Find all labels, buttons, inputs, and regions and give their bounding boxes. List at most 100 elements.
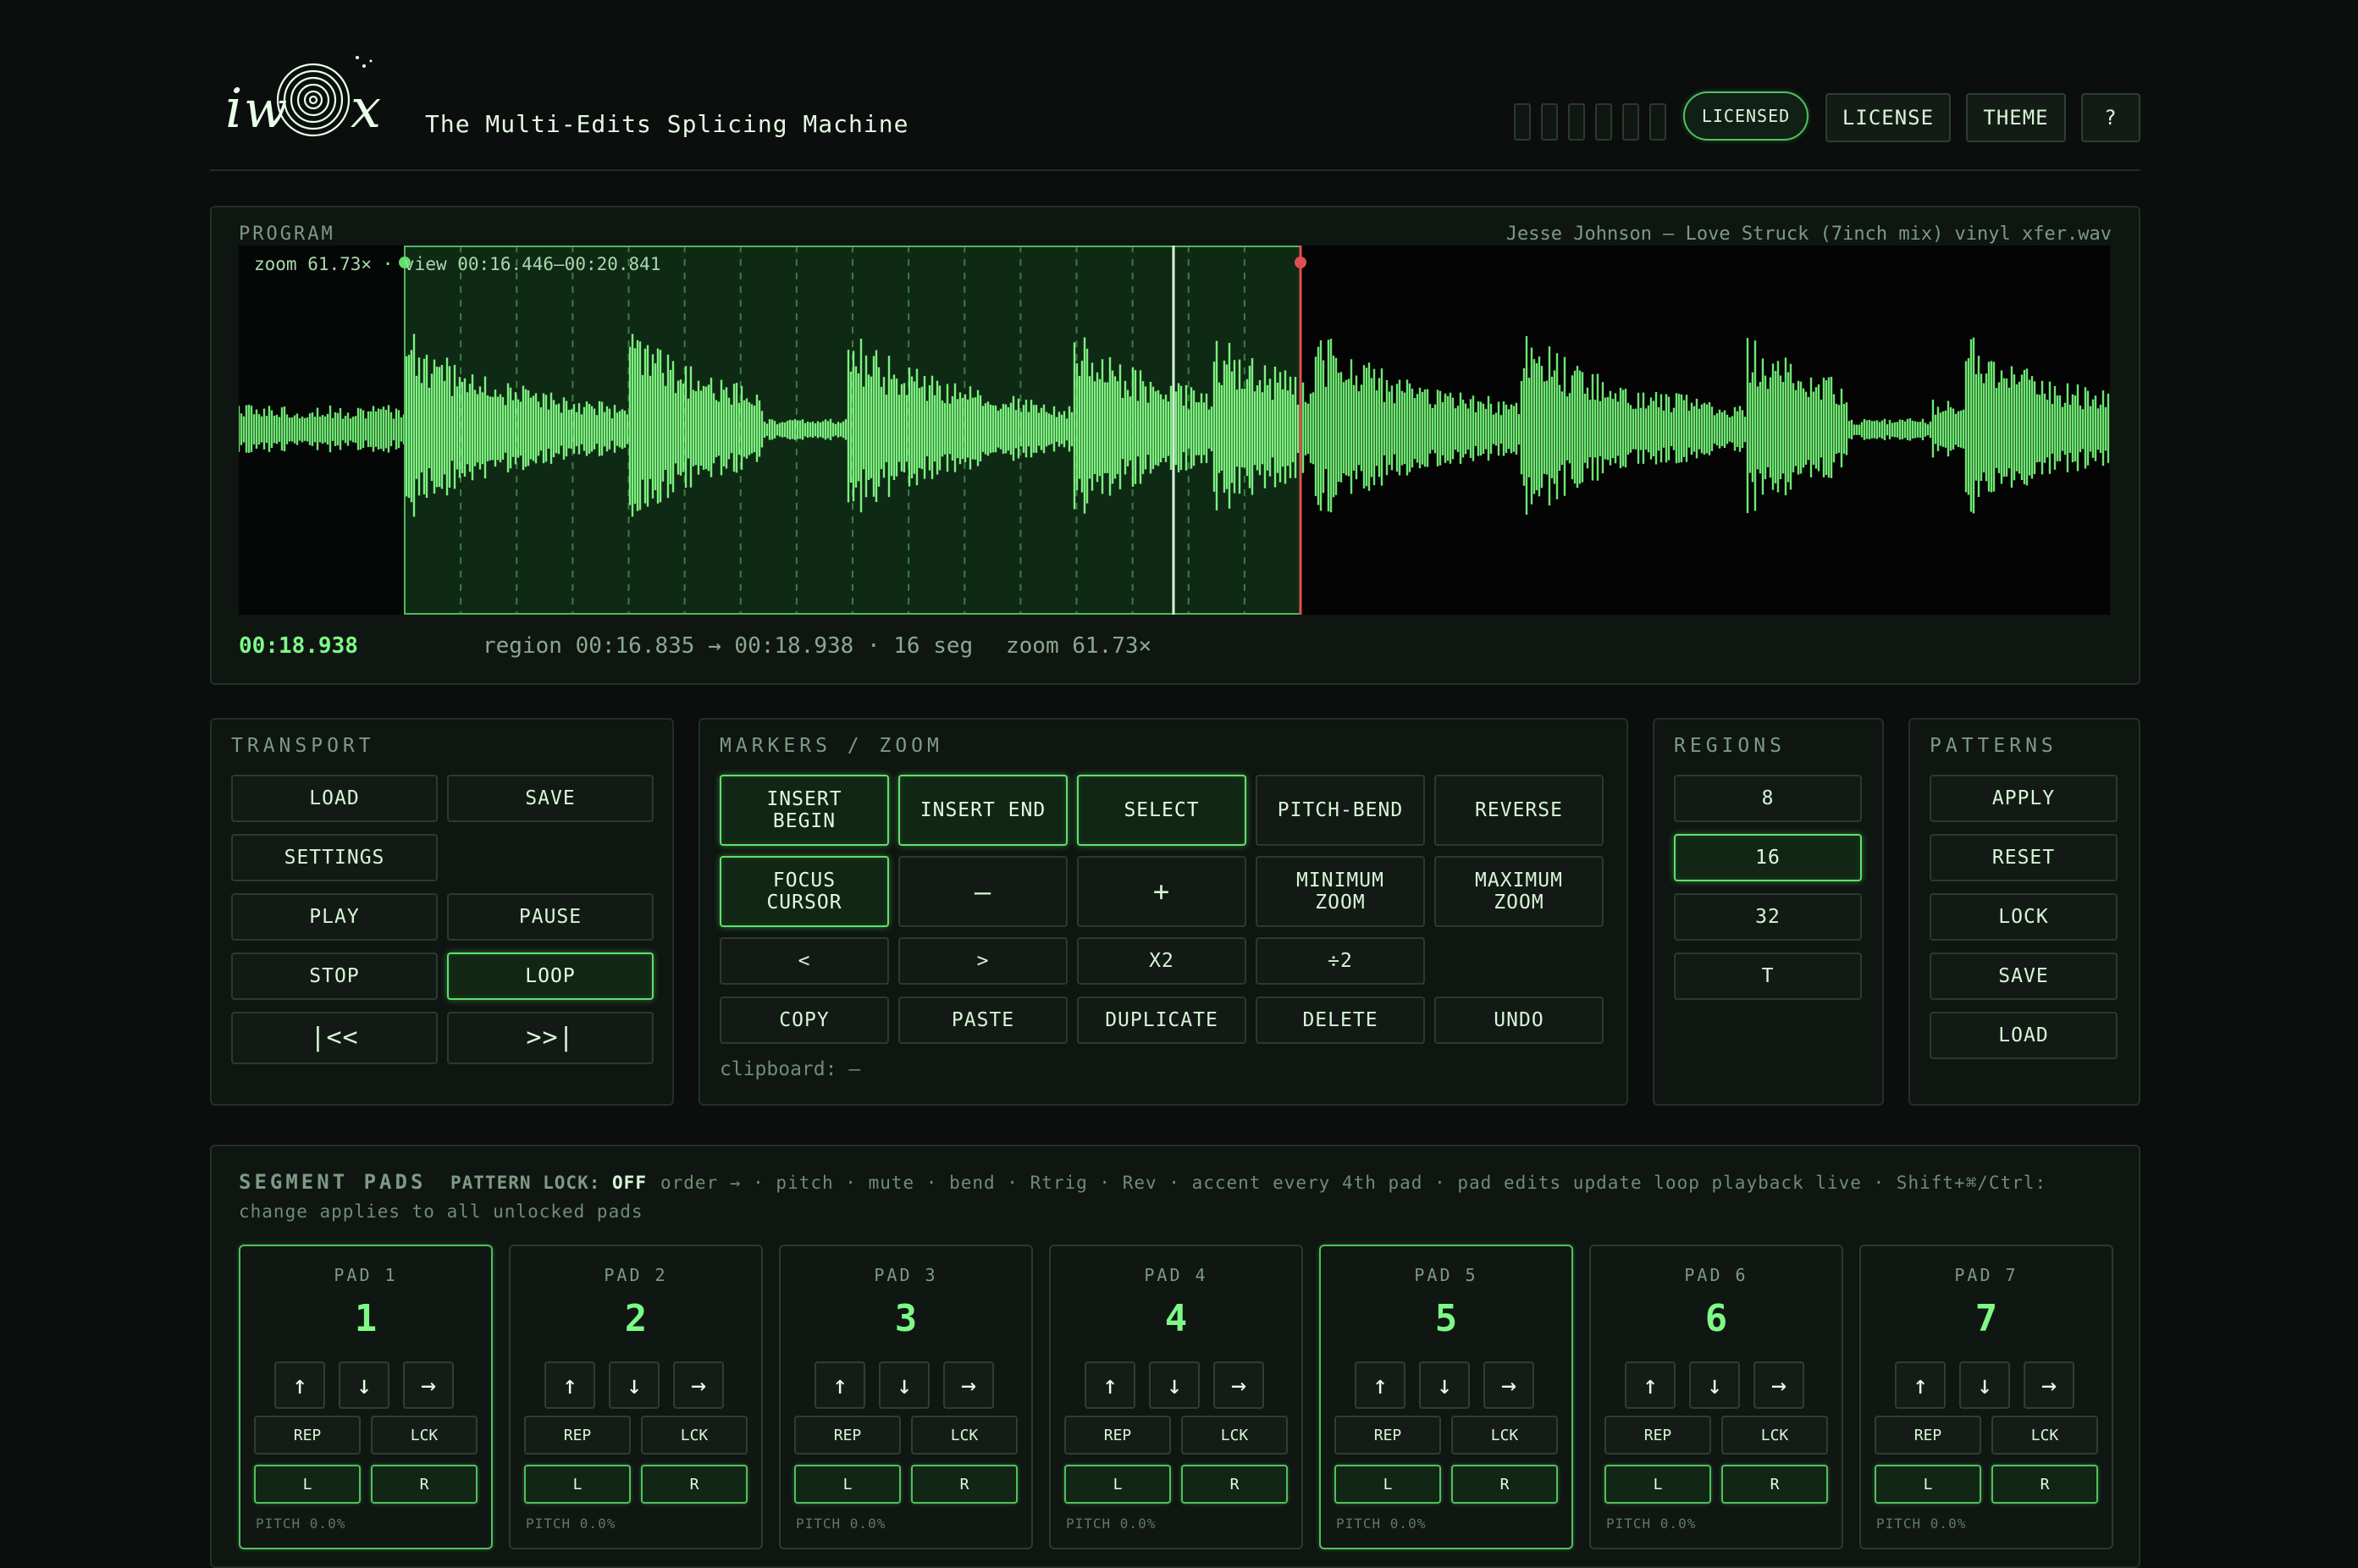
insert-begin-button[interactable]: INSERT BEGIN [720,775,889,846]
pad-down-button[interactable]: ↓ [1419,1361,1470,1409]
pad-rep-button[interactable]: REP [524,1416,631,1455]
pattern-lock-button[interactable]: LOCK [1930,893,2118,941]
segment-pad[interactable]: PAD 6 6 ↑ ↓ → REP LCK L R PITCH 0.0% [1589,1245,1843,1549]
pad-down-button[interactable]: ↓ [339,1361,389,1409]
divide-two-button[interactable]: ÷2 [1256,937,1425,985]
pad-left-button[interactable]: L [794,1465,901,1504]
pad-up-button[interactable]: ↑ [1895,1361,1946,1409]
pad-left-button[interactable]: L [254,1465,361,1504]
pattern-load-button[interactable]: LOAD [1930,1012,2118,1059]
pad-order-button[interactable]: → [1483,1361,1534,1409]
pad-order-button[interactable]: → [403,1361,454,1409]
license-button[interactable]: LICENSE [1825,93,1951,142]
duplicate-button[interactable]: DUPLICATE [1077,997,1246,1044]
pause-button[interactable]: PAUSE [447,893,654,941]
pad-up-button[interactable]: ↑ [544,1361,595,1409]
pad-order-button[interactable]: → [1213,1361,1264,1409]
select-button[interactable]: SELECT [1077,775,1246,846]
pad-right-button[interactable]: R [1991,1465,2098,1504]
pad-lck-button[interactable]: LCK [641,1416,748,1455]
pad-left-button[interactable]: L [1875,1465,1981,1504]
help-button[interactable]: ? [2081,93,2140,142]
pad-left-button[interactable]: L [1064,1465,1171,1504]
pad-rep-button[interactable]: REP [254,1416,361,1455]
pad-lck-button[interactable]: LCK [1181,1416,1288,1455]
nudge-left-button[interactable]: < [720,937,889,985]
loop-button[interactable]: LOOP [447,952,654,1000]
go-end-button[interactable]: >>| [447,1012,654,1064]
pad-order-button[interactable]: → [1753,1361,1804,1409]
pad-up-button[interactable]: ↑ [274,1361,325,1409]
pad-lck-button[interactable]: LCK [911,1416,1018,1455]
insert-end-button[interactable]: INSERT END [898,775,1068,846]
segment-pad[interactable]: PAD 5 5 ↑ ↓ → REP LCK L R PITCH 0.0% [1319,1245,1573,1549]
pad-down-button[interactable]: ↓ [879,1361,930,1409]
copy-button[interactable]: COPY [720,997,889,1044]
pad-order-button[interactable]: → [2024,1361,2074,1409]
pad-lck-button[interactable]: LCK [1991,1416,2098,1455]
pad-down-button[interactable]: ↓ [1149,1361,1200,1409]
maximum-zoom-button[interactable]: MAXIMUM ZOOM [1434,856,1604,927]
pad-left-button[interactable]: L [1334,1465,1441,1504]
pad-down-button[interactable]: ↓ [609,1361,660,1409]
pad-left-button[interactable]: L [1604,1465,1711,1504]
level-meter-bar [1649,103,1666,141]
pad-rep-button[interactable]: REP [1064,1416,1171,1455]
regions-16-button[interactable]: 16 [1674,834,1862,881]
pad-down-button[interactable]: ↓ [1689,1361,1740,1409]
pitch-bend-button[interactable]: PITCH-BEND [1256,775,1425,846]
reverse-button[interactable]: REVERSE [1434,775,1604,846]
regions-8-button[interactable]: 8 [1674,775,1862,822]
pad-rep-button[interactable]: REP [1604,1416,1711,1455]
regions-32-button[interactable]: 32 [1674,893,1862,941]
save-button[interactable]: SAVE [447,775,654,822]
load-button[interactable]: LOAD [231,775,438,822]
pattern-apply-button[interactable]: APPLY [1930,775,2118,822]
theme-button[interactable]: THEME [1966,93,2066,142]
pad-rep-button[interactable]: REP [1875,1416,1981,1455]
segment-pad[interactable]: PAD 7 7 ↑ ↓ → REP LCK L R PITCH 0.0% [1859,1245,2113,1549]
pad-order-button[interactable]: → [943,1361,994,1409]
play-button[interactable]: PLAY [231,893,438,941]
end-marker-handle[interactable] [1295,257,1306,268]
undo-button[interactable]: UNDO [1434,997,1604,1044]
pad-lck-button[interactable]: LCK [1451,1416,1558,1455]
waveform-display[interactable]: zoom 61.73× · view 00:16.446–00:20.841 [239,246,2110,615]
regions-t-button[interactable]: T [1674,952,1862,1000]
segment-pad[interactable]: PAD 1 1 ↑ ↓ → REP LCK L R PITCH 0.0% [239,1245,493,1549]
times-two-button[interactable]: X2 [1077,937,1246,985]
pad-down-button[interactable]: ↓ [1959,1361,2010,1409]
pad-right-button[interactable]: R [371,1465,478,1504]
focus-cursor-button[interactable]: FOCUS CURSOR [720,856,889,927]
paste-button[interactable]: PASTE [898,997,1068,1044]
pad-right-button[interactable]: R [641,1465,748,1504]
segment-pad[interactable]: PAD 4 4 ↑ ↓ → REP LCK L R PITCH 0.0% [1049,1245,1303,1549]
segment-pad[interactable]: PAD 3 3 ↑ ↓ → REP LCK L R PITCH 0.0% [779,1245,1033,1549]
nudge-right-button[interactable]: > [898,937,1068,985]
pad-lck-button[interactable]: LCK [1721,1416,1828,1455]
delete-button[interactable]: DELETE [1256,997,1425,1044]
pattern-save-button[interactable]: SAVE [1930,952,2118,1000]
pad-rep-button[interactable]: REP [794,1416,901,1455]
pattern-reset-button[interactable]: RESET [1930,834,2118,881]
pad-left-button[interactable]: L [524,1465,631,1504]
pad-lck-button[interactable]: LCK [371,1416,478,1455]
segment-pad[interactable]: PAD 2 2 ↑ ↓ → REP LCK L R PITCH 0.0% [509,1245,763,1549]
stop-button[interactable]: STOP [231,952,438,1000]
go-start-button[interactable]: |<< [231,1012,438,1064]
pad-up-button[interactable]: ↑ [1085,1361,1135,1409]
zoom-in-button[interactable]: + [1077,856,1246,927]
pad-rep-button[interactable]: REP [1334,1416,1441,1455]
zoom-out-button[interactable]: – [898,856,1068,927]
pad-order-button[interactable]: → [673,1361,724,1409]
waveform-canvas[interactable] [239,246,2110,615]
pad-right-button[interactable]: R [1181,1465,1288,1504]
pad-up-button[interactable]: ↑ [1625,1361,1676,1409]
pad-up-button[interactable]: ↑ [1355,1361,1405,1409]
pad-right-button[interactable]: R [1451,1465,1558,1504]
settings-button[interactable]: SETTINGS [231,834,438,881]
pad-right-button[interactable]: R [911,1465,1018,1504]
pad-right-button[interactable]: R [1721,1465,1828,1504]
minimum-zoom-button[interactable]: MINIMUM ZOOM [1256,856,1425,927]
pad-up-button[interactable]: ↑ [815,1361,865,1409]
